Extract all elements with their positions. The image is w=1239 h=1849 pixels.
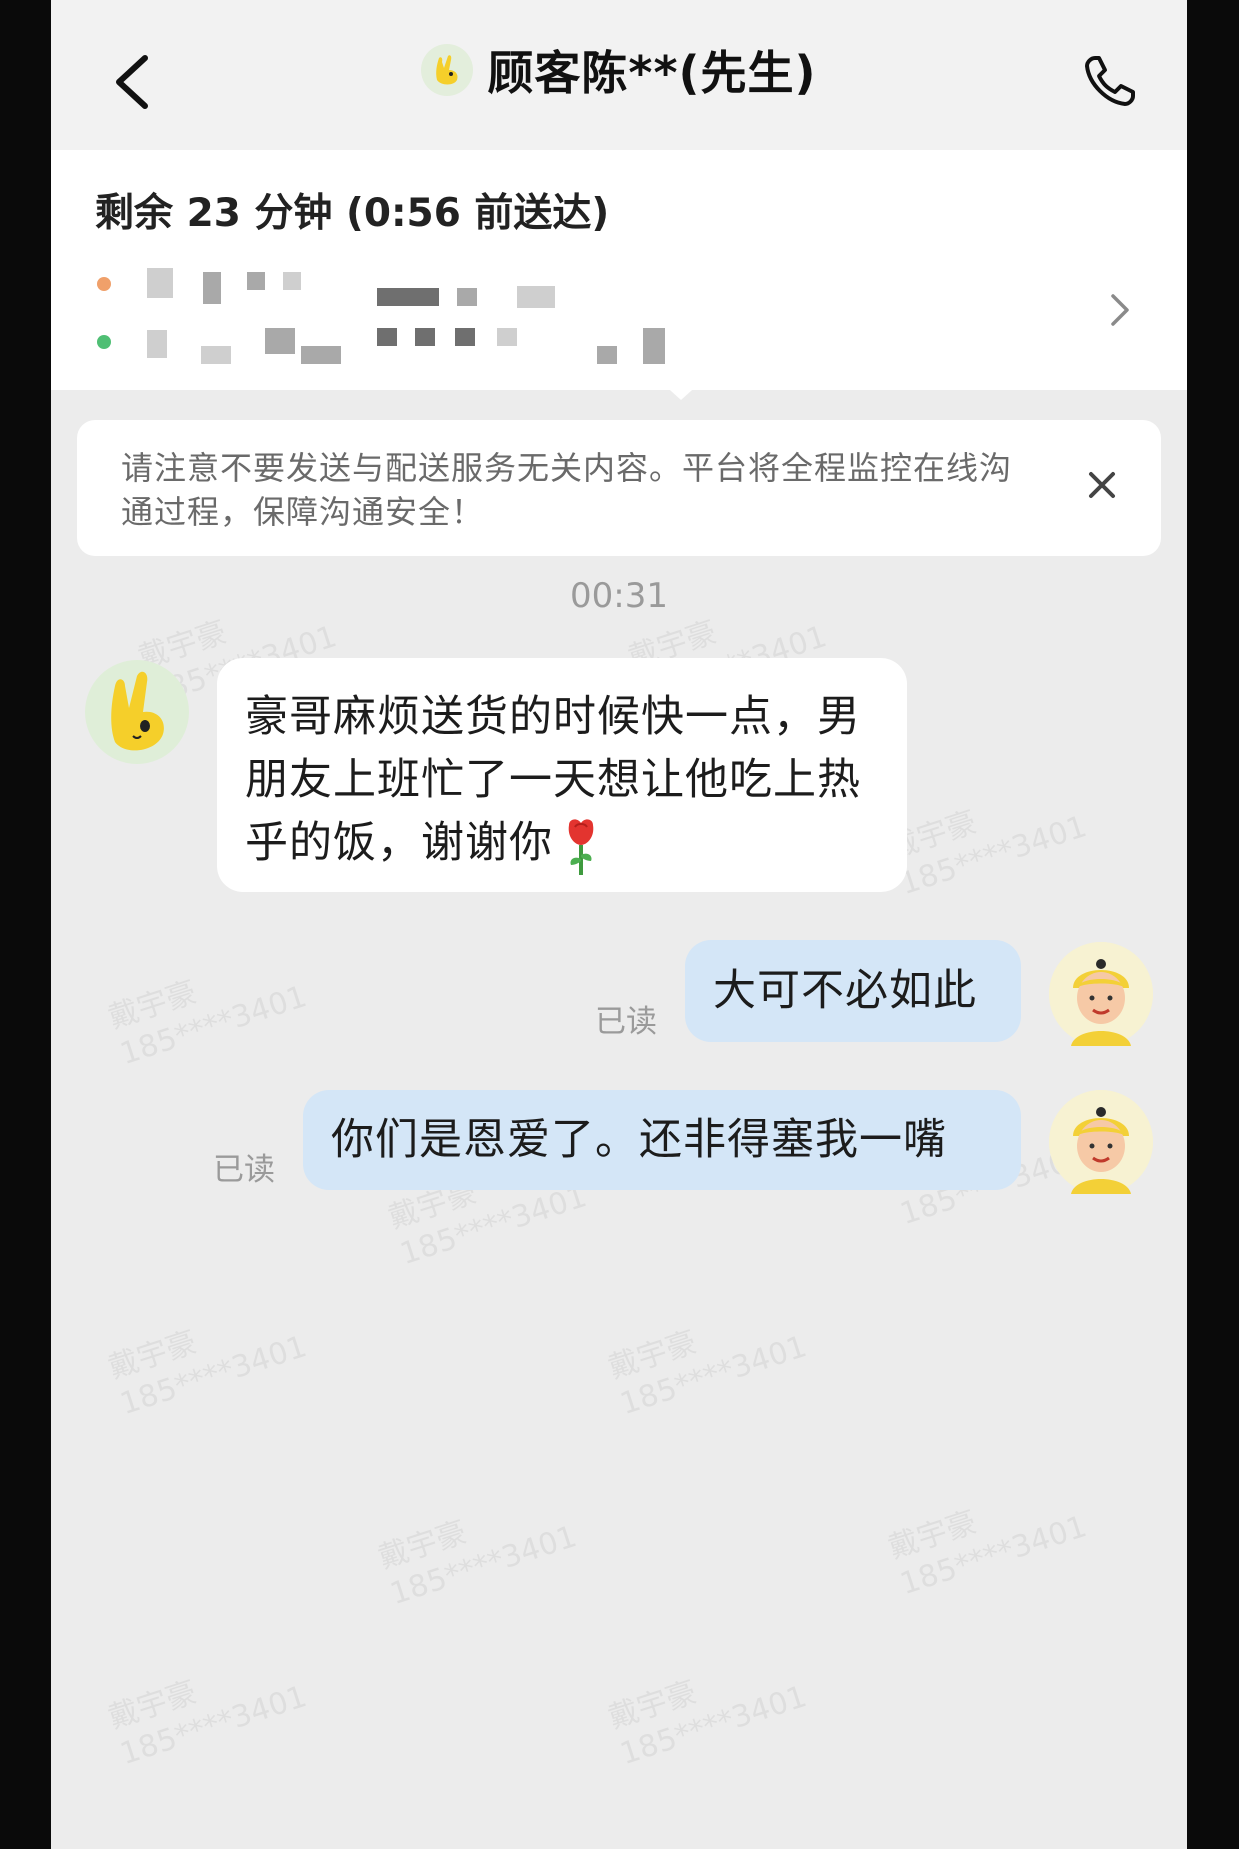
left-border xyxy=(0,0,51,1849)
chat-header: 顾客陈**(先生) xyxy=(51,0,1187,150)
watermark: 戴宇豪185****3401 xyxy=(104,1674,311,1773)
close-notice-button[interactable] xyxy=(1085,468,1119,502)
message-bubble-me[interactable]: 你们是恩爱了。还非得塞我一嘴 xyxy=(303,1090,1021,1190)
message-text: 豪哥麻烦送货的时候快一点，男朋友上班忙了一天想让他吃上热乎的饭，谢谢你 xyxy=(245,692,861,868)
chat-title: 顾客陈**(先生) xyxy=(421,37,816,103)
message-bubble-me[interactable]: 大可不必如此 xyxy=(685,940,1021,1042)
watermark: 戴宇豪185****3401 xyxy=(604,1324,811,1423)
my-avatar[interactable] xyxy=(1049,942,1153,1046)
message-bubble-customer[interactable]: 豪哥麻烦送货的时候快一点，男朋友上班忙了一天想让他吃上热乎的饭，谢谢你 xyxy=(217,658,907,892)
chevron-left-icon xyxy=(116,55,148,109)
courier-avatar-icon xyxy=(1049,942,1153,1046)
notice-text: 请注意不要发送与配送服务无关内容。平台将全程监控在线沟通过程，保障沟通安全！ xyxy=(121,449,1013,531)
chevron-right-icon xyxy=(1111,294,1129,326)
watermark: 戴宇豪185****3401 xyxy=(884,804,1091,903)
phone-icon xyxy=(1085,56,1135,106)
message-timestamp: 00:31 xyxy=(570,576,668,616)
message-text: 大可不必如此 xyxy=(713,966,977,1016)
chat-screen: 戴宇豪185****3401 戴宇豪185****3401 戴宇豪185****… xyxy=(51,0,1187,1849)
message-text: 你们是恩爱了。还非得塞我一嘴 xyxy=(331,1115,947,1165)
rose-icon xyxy=(559,815,603,877)
customer-avatar-small xyxy=(421,44,474,96)
pickup-dot xyxy=(97,277,111,291)
page-title: 顾客陈**(先生) xyxy=(487,46,817,100)
rabbit-hand-icon xyxy=(111,671,164,751)
my-avatar[interactable] xyxy=(1049,1090,1153,1194)
call-button[interactable] xyxy=(1081,52,1139,110)
watermark: 戴宇豪185****3401 xyxy=(104,974,311,1073)
watermark: 戴宇豪185****3401 xyxy=(884,1504,1091,1603)
safety-notice: 请注意不要发送与配送服务无关内容。平台将全程监控在线沟通过程，保障沟通安全！ xyxy=(77,420,1161,556)
customer-avatar[interactable] xyxy=(85,660,189,764)
read-status: 已读 xyxy=(213,1152,275,1188)
right-border xyxy=(1187,0,1239,1849)
dropoff-dot xyxy=(97,335,111,349)
rabbit-hand-icon xyxy=(436,55,458,85)
back-button[interactable] xyxy=(109,50,153,114)
close-icon xyxy=(1089,472,1115,498)
courier-avatar-icon xyxy=(1049,1090,1153,1194)
watermark: 戴宇豪185****3401 xyxy=(104,1324,311,1423)
watermark: 戴宇豪185****3401 xyxy=(374,1514,581,1613)
order-info-card[interactable]: 剩余 23 分钟 (0:56 前送达) xyxy=(51,150,1187,390)
remaining-time: 剩余 23 分钟 (0:56 前送达) xyxy=(95,191,610,236)
card-pointer xyxy=(661,382,701,400)
read-status: 已读 xyxy=(595,1004,657,1040)
watermark: 戴宇豪185****3401 xyxy=(604,1674,811,1773)
